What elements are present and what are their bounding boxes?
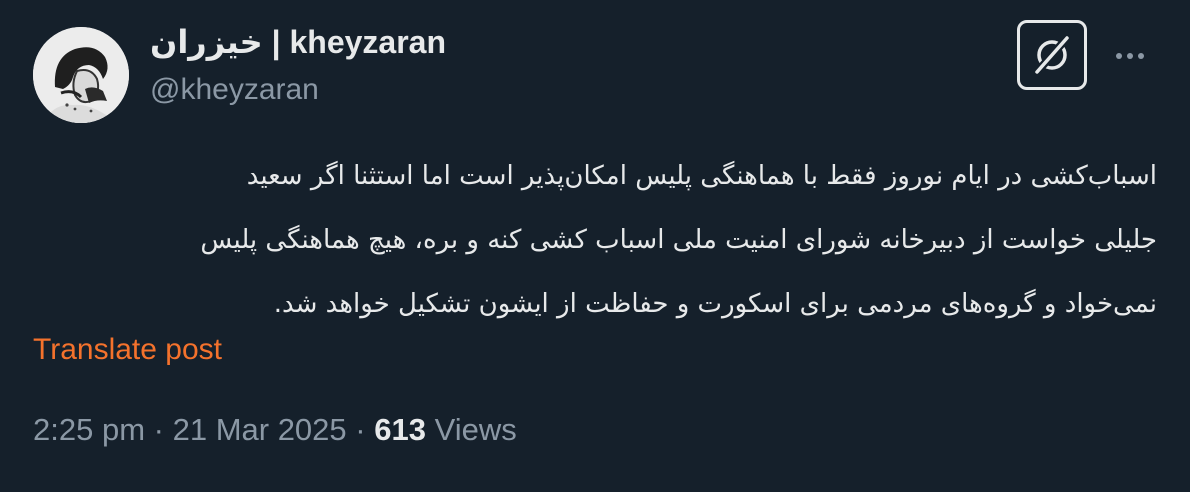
translate-post-link[interactable]: Translate post [33,330,222,370]
avatar[interactable] [33,27,129,123]
tweet-meta: 2:25 pm · 21 Mar 2025 · 613 Views [33,408,517,452]
views-label[interactable]: Views [435,412,517,447]
tweet-line: اسباب‌کشی در ایام نوروز فقط با هماهنگی پ… [246,161,1157,191]
avatar-illustration [33,27,129,123]
tweet-time[interactable]: 2:25 pm [33,412,145,447]
user-handle[interactable]: @kheyzaran [150,72,319,108]
grok-icon [1034,36,1070,74]
tweet-line: نمی‌خواد و گروه‌های مردمی برای اسکورت و … [273,289,1157,319]
display-name[interactable]: خیزران | kheyzaran [150,22,446,62]
more-options-button[interactable] [1112,38,1148,74]
tweet-date[interactable]: 21 Mar 2025 [173,412,347,447]
grok-button[interactable] [1017,20,1087,90]
more-horizontal-icon [1116,53,1144,59]
tweet-line: جلیلی خواست از دبیرخانه شورای امنیت ملی … [200,225,1157,255]
meta-separator: · [355,412,366,447]
tweet-text: اسباب‌کشی در ایام نوروز فقط با هماهنگی پ… [27,144,1157,336]
views-count[interactable]: 613 [374,412,426,447]
meta-separator: · [153,412,164,447]
